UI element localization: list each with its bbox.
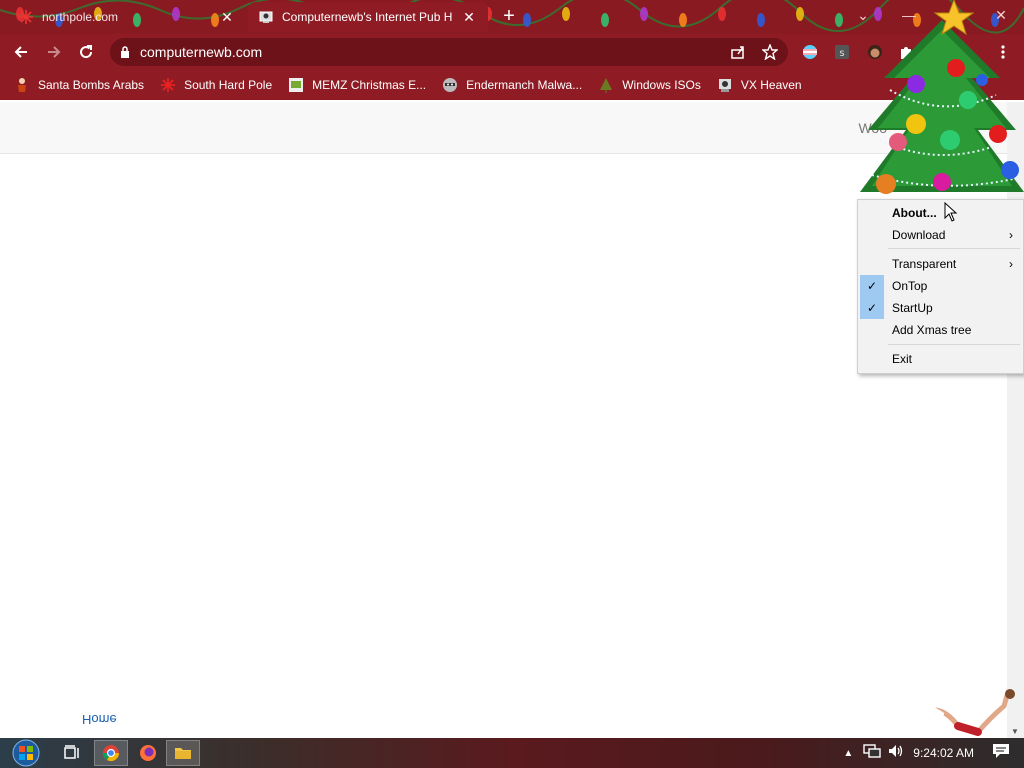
windows-start-orb-icon [12,739,40,767]
taskbar-file-explorer[interactable] [166,740,200,766]
snowflake-icon [18,9,34,25]
menu-item-ontop[interactable]: ✓ OnTop [858,275,1023,297]
computernewb-icon [258,9,274,25]
light-bulb [640,7,648,21]
christmas-tree-desktop-toy[interactable] [860,0,1024,205]
menu-item-label: Add Xmas tree [892,323,972,337]
bookmark-label: Endermanch Malwa... [466,78,583,92]
light-bulb [601,13,609,27]
vx-icon [717,77,733,93]
tab-computernewb[interactable]: Computernewb's Internet Pub H ✕ [248,2,488,32]
dancing-figure-desktop-toy[interactable] [928,688,1018,738]
memz-icon [288,77,304,93]
tab-title: northpole.com [42,10,119,24]
tree-context-menu: About... Download › Transparent › ✓ OnTo… [857,199,1024,374]
light-bulb [523,13,531,27]
bookmark-label: South Hard Pole [184,78,273,92]
checkmark-icon: ✓ [860,275,884,297]
light-bulb [718,7,726,21]
menu-item-add-xmas-tree[interactable]: Add Xmas tree [858,319,1023,341]
bookmark-windows-isos[interactable]: Windows ISOs [598,77,701,93]
bookmark-label: VX Heaven [740,78,802,92]
tab-title: Computernewb's Internet Pub H [282,10,453,24]
menu-item-exit[interactable]: Exit [858,348,1023,370]
task-view-icon [64,745,79,759]
light-bulb [679,13,687,27]
menu-item-about[interactable]: About... [858,202,1023,224]
menu-item-download[interactable]: Download › [858,224,1023,246]
chevron-right-icon: › [1009,228,1013,242]
forward-button[interactable] [43,41,65,63]
start-button[interactable] [10,739,42,767]
trans-flag-icon [803,45,817,59]
svg-text:s: s [839,48,844,59]
chrome-icon [102,745,120,762]
bookmark-label: MEMZ Christmas E... [312,78,427,92]
menu-item-label: Transparent [892,257,957,271]
system-tray: ▲ 9:24:02 AM [843,738,1024,768]
raccoon-icon [442,77,458,93]
checkmark-icon: ✓ [860,297,884,319]
tab-northpole[interactable]: northpole.com ✕ [8,2,246,32]
home-link[interactable]: Home [82,712,117,727]
windows-taskbar: ▲ 9:24:02 AM [0,738,1024,768]
back-button[interactable] [10,41,32,63]
bookmark-santa-bombs-arabs[interactable]: Santa Bombs Arabs [14,77,144,93]
address-bar[interactable]: computernewb.com [110,38,788,66]
bookmark-memz-christmas[interactable]: MEMZ Christmas E... [288,77,426,93]
bookmark-south-hard-pole[interactable]: South Hard Pole [160,77,272,93]
menu-item-label: Exit [892,352,913,366]
menu-item-label: About... [892,206,937,220]
reload-button[interactable] [75,41,97,63]
url-text: computernewb.com [140,44,263,60]
extension-s[interactable]: s [833,43,851,61]
light-bulb [757,13,765,27]
notifications-icon[interactable] [992,743,1010,764]
forward-arrow-icon [48,46,61,58]
bookmark-star-button[interactable] [761,43,779,61]
folder-icon [175,748,191,759]
menu-separator [888,344,1020,345]
extension-flag[interactable] [801,43,819,61]
share-button[interactable] [729,43,747,61]
tree-icon [598,77,614,93]
menu-item-transparent[interactable]: Transparent › [858,253,1023,275]
bookmark-endermanch-malware[interactable]: Endermanch Malwa... [442,77,582,93]
lock-icon [121,46,129,58]
bookmark-label: Santa Bombs Arabs [38,78,145,92]
chevron-right-icon: › [1009,257,1013,271]
santa-icon [14,77,30,93]
volume-icon[interactable] [887,743,905,764]
bookmark-vx-heaven[interactable]: VX Heaven [717,77,802,93]
close-tab-icon[interactable]: ✕ [218,8,236,26]
show-hidden-icons-icon[interactable]: ▲ [843,748,853,759]
close-tab-icon[interactable]: ✕ [460,8,478,26]
s-extension-icon: s [835,45,849,59]
menu-item-startup[interactable]: ✓ StartUp [858,297,1023,319]
reload-icon [80,45,93,59]
share-icon [731,46,744,59]
taskbar-firefox[interactable] [131,740,165,766]
taskbar-chrome[interactable] [94,740,128,766]
menu-item-label: Download [892,228,946,242]
back-arrow-icon [14,46,27,58]
menu-separator [888,248,1020,249]
snowflake-icon [160,77,176,93]
page-header: Woo [0,102,1007,154]
light-bulb [562,7,570,21]
network-icon[interactable] [863,743,881,764]
bookmark-label: Windows ISOs [622,78,701,92]
star-icon [762,44,778,60]
menu-item-label: OnTop [892,279,928,293]
firefox-icon [140,745,156,761]
task-view-button[interactable] [55,740,89,766]
menu-item-label: StartUp [892,301,933,315]
taskbar-clock[interactable]: 9:24:02 AM [913,746,974,760]
mouse-cursor-icon [944,202,958,222]
light-bulb [796,7,804,21]
new-tab-button[interactable]: + [498,6,520,28]
